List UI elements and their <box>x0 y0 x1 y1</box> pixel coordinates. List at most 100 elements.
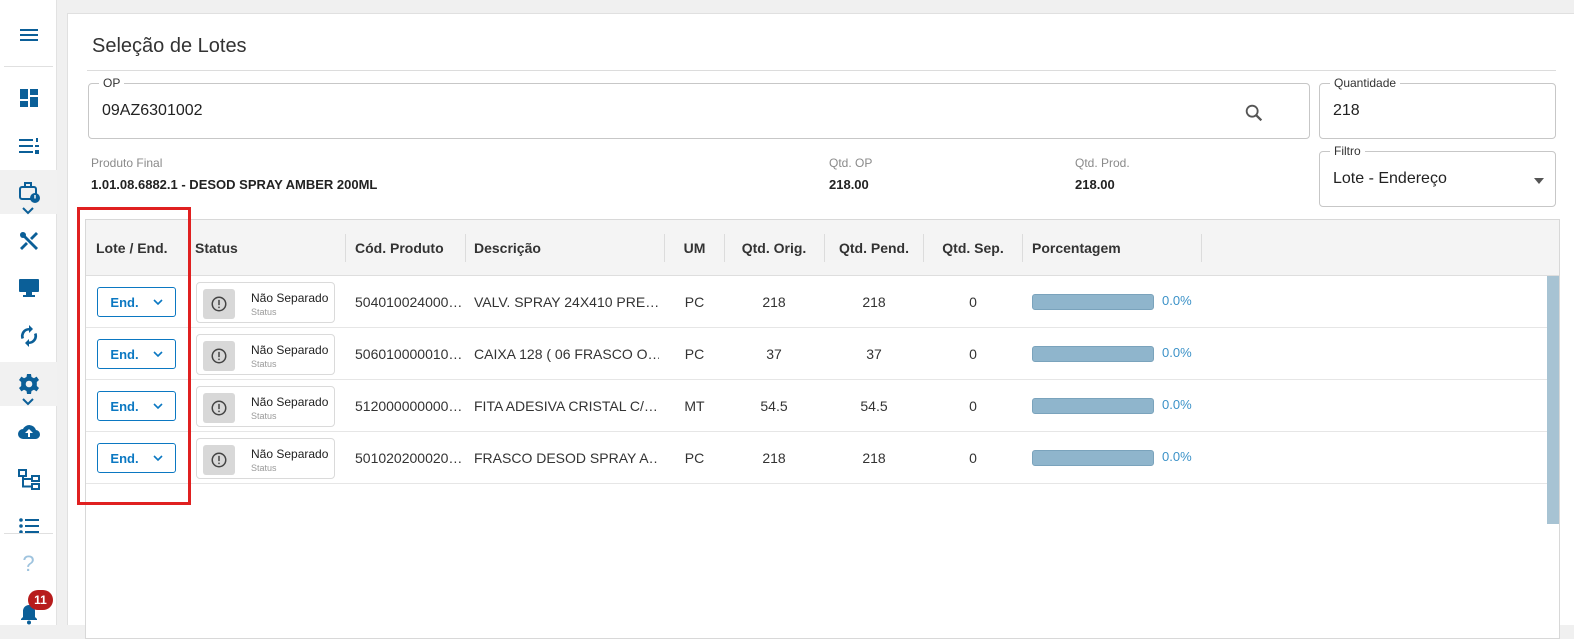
cell-descricao: CAIXA 128 ( 06 FRASCO O… <box>474 345 659 362</box>
page-title: Seleção de Lotes <box>92 35 247 57</box>
filtro-select[interactable]: Filtro Lote - Endereço <box>1319 144 1556 207</box>
status-text: Não Separado <box>251 343 329 357</box>
cell-um: PC <box>684 345 705 362</box>
hierarchy-icon[interactable] <box>0 457 57 501</box>
progress-percent: 0.0% <box>1162 293 1192 308</box>
cell-qtd-pend: 54.5 <box>860 397 888 414</box>
table-row[interactable]: End. Não Separado Status 506010000010… C… <box>86 328 1547 380</box>
cell-descricao: FITA ADESIVA CRISTAL C/… <box>474 397 658 414</box>
sidebar-divider <box>4 533 53 534</box>
cell-cod-produto: 512000000000… <box>355 397 461 414</box>
op-label: OP <box>99 76 125 90</box>
status-caption: Status <box>251 411 277 421</box>
cell-qtd-orig: 218 <box>762 449 786 466</box>
header-qtd-pend[interactable]: Qtd. Pend. <box>824 220 924 276</box>
status-text: Não Separado <box>251 395 329 409</box>
header-descricao[interactable]: Descrição <box>474 220 664 276</box>
cell-qtd-pend: 218 <box>862 449 886 466</box>
cell-qtd-sep: 0 <box>969 293 977 310</box>
sidebar-divider <box>4 66 53 67</box>
list-numbered-icon[interactable] <box>0 124 57 168</box>
column-separator <box>345 234 346 262</box>
table-row[interactable]: End. Não Separado Status 501020200020… F… <box>86 432 1547 484</box>
main-card: Seleção de Lotes OP 09AZ6301002 Quantida… <box>67 13 1574 639</box>
status-caption: Status <box>251 463 277 473</box>
quantidade-value[interactable]: 218 <box>1333 102 1360 120</box>
cloud-upload-icon[interactable] <box>0 410 57 454</box>
monitor-icon[interactable] <box>0 266 57 310</box>
cell-cod-produto: 506010000010… <box>355 345 461 362</box>
cell-qtd-orig: 54.5 <box>760 397 788 414</box>
quantidade-field[interactable]: Quantidade 218 <box>1319 76 1556 139</box>
cell-um: PC <box>684 293 705 310</box>
notification-badge: 11 <box>28 590 53 610</box>
cell-descricao: VALV. SPRAY 24X410 PRE… <box>474 293 659 310</box>
qtd-op-value: 218.00 <box>829 177 869 192</box>
title-divider <box>87 70 1556 71</box>
qtd-op-label: Qtd. OP <box>829 156 873 170</box>
header-qtd-sep[interactable]: Qtd. Sep. <box>923 220 1023 276</box>
op-field[interactable]: OP 09AZ6301002 <box>88 76 1310 139</box>
progress-bar <box>1032 294 1154 310</box>
header-um[interactable]: UM <box>665 220 724 276</box>
filtro-label: Filtro <box>1330 144 1365 158</box>
cell-qtd-orig: 218 <box>762 293 786 310</box>
column-separator <box>1022 234 1023 262</box>
sync-icon[interactable] <box>0 314 57 358</box>
status-text: Não Separado <box>251 447 329 461</box>
status-chip: Não Separado Status <box>196 282 335 323</box>
dashboard-icon[interactable] <box>0 76 57 120</box>
menu-icon[interactable] <box>0 13 57 57</box>
tools-icon[interactable] <box>0 219 57 263</box>
progress-bar <box>1032 398 1154 414</box>
header-status[interactable]: Status <box>195 220 345 276</box>
cell-um: MT <box>684 397 705 414</box>
status-chip: Não Separado Status <box>196 386 335 427</box>
cell-qtd-sep: 0 <box>969 449 977 466</box>
alert-circle-icon <box>203 289 235 319</box>
help-glyph: ? <box>22 551 35 576</box>
chevron-down-icon <box>22 207 34 215</box>
search-icon[interactable] <box>1243 102 1265 124</box>
column-separator <box>1201 234 1202 262</box>
alert-circle-icon <box>203 341 235 371</box>
cell-um: PC <box>684 449 705 466</box>
progress-bar <box>1032 450 1154 466</box>
alert-circle-icon <box>203 445 235 475</box>
status-caption: Status <box>251 307 277 317</box>
progress-percent: 0.0% <box>1162 397 1192 412</box>
produto-final-value: 1.01.08.6882.1 - DESOD SPRAY AMBER 200ML <box>91 177 378 192</box>
status-text: Não Separado <box>251 291 329 305</box>
lotes-table: Lote / End. Status Cód. Produto Descriçã… <box>85 219 1560 639</box>
header-cod-produto[interactable]: Cód. Produto <box>355 220 465 276</box>
table-row[interactable]: End. Não Separado Status 512000000000… F… <box>86 380 1547 432</box>
qtd-prod-value: 218.00 <box>1075 177 1115 192</box>
cell-qtd-pend: 37 <box>866 345 882 362</box>
table-header: Lote / End. Status Cód. Produto Descriçã… <box>86 220 1559 276</box>
header-porcentagem[interactable]: Porcentagem <box>1032 220 1202 276</box>
table-row[interactable]: End. Não Separado Status 504010024000… V… <box>86 276 1547 328</box>
status-caption: Status <box>251 359 277 369</box>
header-qtd-orig[interactable]: Qtd. Orig. <box>724 220 824 276</box>
annotation-highlight <box>77 207 191 505</box>
progress-percent: 0.0% <box>1162 449 1192 464</box>
op-value[interactable]: 09AZ6301002 <box>102 102 203 120</box>
status-chip: Não Separado Status <box>196 438 335 479</box>
cell-qtd-orig: 37 <box>766 345 782 362</box>
cell-qtd-pend: 218 <box>862 293 886 310</box>
qtd-prod-label: Qtd. Prod. <box>1075 156 1130 170</box>
quantidade-label: Quantidade <box>1330 76 1401 90</box>
cell-cod-produto: 501020200020… <box>355 449 461 466</box>
cell-qtd-sep: 0 <box>969 397 977 414</box>
chevron-down-icon <box>22 398 34 406</box>
help-icon[interactable]: ? <box>0 542 57 586</box>
progress-bar <box>1032 346 1154 362</box>
dropdown-arrow-icon[interactable] <box>1533 177 1545 185</box>
vertical-scrollbar[interactable] <box>1547 276 1559 524</box>
cell-descricao: FRASCO DESOD SPRAY A… <box>474 449 659 466</box>
status-chip: Não Separado Status <box>196 334 335 375</box>
sidebar: ? 11 <box>0 0 57 625</box>
produto-final-label: Produto Final <box>91 156 163 170</box>
column-separator <box>465 234 466 262</box>
cell-cod-produto: 504010024000… <box>355 293 461 310</box>
